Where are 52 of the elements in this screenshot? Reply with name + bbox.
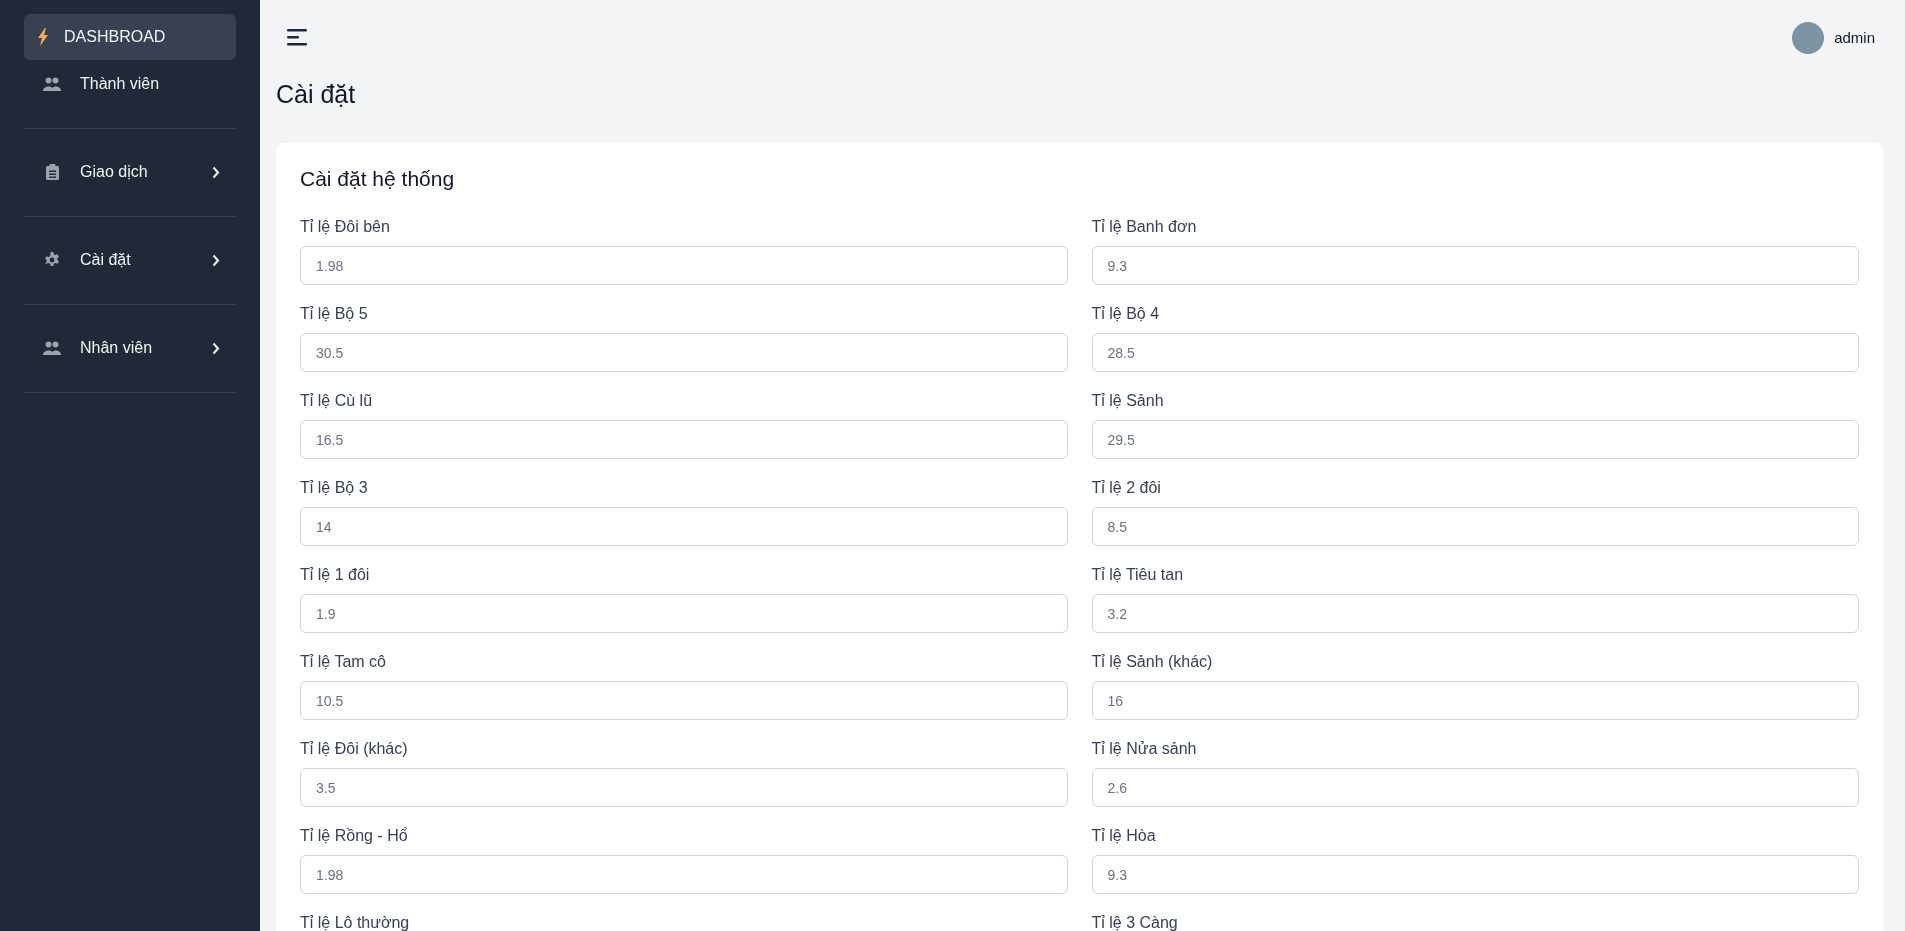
field-label: Tỉ lệ Tam cô bbox=[300, 652, 387, 672]
field-label: Tỉ lệ Bộ 5 bbox=[300, 304, 369, 324]
input-field[interactable]: 14 bbox=[300, 507, 1068, 546]
menu-icon bbox=[287, 29, 307, 46]
field-label: Tỉ lệ 2 đôi bbox=[1091, 478, 1162, 498]
input-field[interactable]: 2.6 bbox=[1091, 768, 1859, 807]
field-label: Tỉ lệ Sảnh (khác) bbox=[1091, 652, 1214, 672]
avatar[interactable] bbox=[1792, 21, 1825, 54]
field-label: Tỉ lệ Đôi (khác) bbox=[300, 739, 409, 759]
sidebar-item[interactable]: Giao dịch bbox=[24, 148, 236, 196]
input-field[interactable]: 3.5 bbox=[300, 768, 1068, 807]
input-field[interactable]: 28.5 bbox=[1091, 333, 1859, 372]
input-field[interactable]: 1.98 bbox=[300, 246, 1068, 285]
field-label: Tỉ lệ Lô thường bbox=[300, 913, 411, 931]
input-field[interactable]: 16.5 bbox=[300, 420, 1068, 459]
field-label: Tỉ lệ Cù lũ bbox=[300, 391, 374, 411]
field-label: Tỉ lệ Sảnh bbox=[1091, 391, 1165, 411]
field-label: Tỉ lệ Rồng - Hổ bbox=[300, 826, 409, 846]
clipboard-icon bbox=[45, 164, 59, 180]
input-field[interactable]: 8.5 bbox=[1091, 507, 1859, 546]
field-label: Tỉ lệ Tiêu tan bbox=[1091, 565, 1185, 585]
input-field[interactable]: 9.3 bbox=[1091, 855, 1859, 894]
sidebar-item[interactable]: DASHBROAD bbox=[24, 14, 236, 60]
gear-icon bbox=[44, 252, 60, 268]
field-label: Tỉ lệ 3 Càng bbox=[1091, 913, 1179, 931]
field-label: Tỉ lệ Bộ 4 bbox=[1091, 304, 1161, 324]
input-field[interactable]: 10.5 bbox=[300, 681, 1068, 720]
page-title: Cài đặt bbox=[276, 80, 357, 109]
input-field[interactable]: 3.2 bbox=[1091, 594, 1859, 633]
field-label: Tỉ lệ Nửa sảnh bbox=[1091, 739, 1198, 759]
chevron-right-icon bbox=[212, 165, 220, 179]
card-title: Cài đặt hệ thống bbox=[300, 167, 456, 191]
field-label: Tỉ lệ 1 đôi bbox=[300, 565, 371, 585]
chevron-right-icon bbox=[212, 253, 220, 267]
user-name[interactable]: admin bbox=[1834, 29, 1875, 46]
users-icon bbox=[43, 77, 61, 91]
input-field[interactable]: 1.9 bbox=[300, 594, 1068, 633]
input-field[interactable]: 9.3 bbox=[1091, 246, 1859, 285]
users-icon bbox=[43, 341, 61, 355]
chevron-right-icon bbox=[212, 341, 220, 355]
sidebar-item[interactable]: Thành viên bbox=[24, 60, 236, 108]
field-label: Tỉ lệ Bộ 3 bbox=[300, 478, 369, 498]
input-field[interactable]: 16 bbox=[1091, 681, 1859, 720]
field-label: Tỉ lệ Banh đơn bbox=[1091, 217, 1198, 237]
sidebar-item[interactable]: Cài đặt bbox=[24, 236, 236, 284]
field-label: Tỉ lệ Đôi bên bbox=[300, 217, 391, 237]
field-label: Tỉ lệ Hòa bbox=[1091, 826, 1157, 846]
input-field[interactable]: 29.5 bbox=[1091, 420, 1859, 459]
input-field[interactable]: 30.5 bbox=[300, 333, 1068, 372]
lightning-icon bbox=[38, 28, 48, 46]
input-field[interactable]: 1.98 bbox=[300, 855, 1068, 894]
sidebar-item[interactable]: Nhân viên bbox=[24, 324, 236, 372]
